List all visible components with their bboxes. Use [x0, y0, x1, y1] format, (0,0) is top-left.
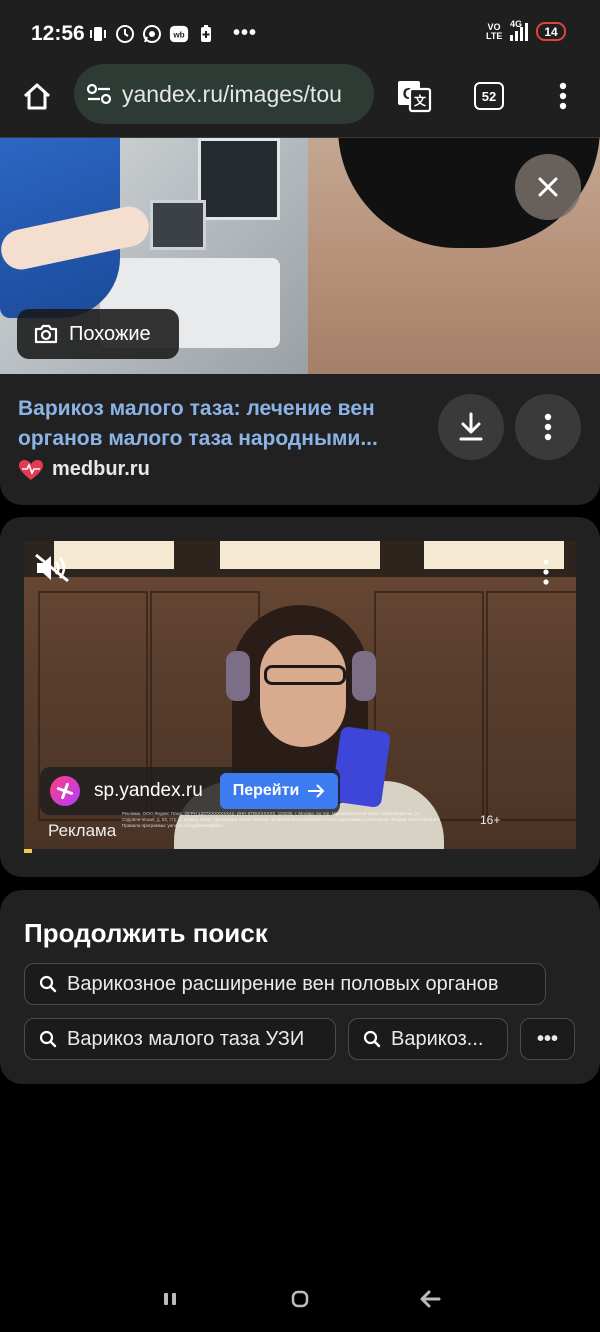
search-icon — [39, 975, 57, 993]
ad-progress-fill — [24, 849, 33, 853]
source-domain: medbur.ru — [52, 458, 150, 480]
age-rating: 16+ — [480, 813, 501, 827]
notification-icons: wb ••• — [88, 22, 257, 45]
battery-saver-icon — [196, 24, 216, 44]
clock-icon — [115, 24, 135, 44]
kebab-menu-icon — [544, 413, 552, 441]
home-nav-button[interactable] — [285, 1284, 315, 1314]
site-settings-icon[interactable] — [84, 79, 114, 109]
wildberries-icon: wb — [169, 24, 189, 44]
chip-label: Варикоз малого таза УЗИ — [67, 1027, 305, 1050]
kebab-menu-icon — [559, 82, 567, 110]
kebab-menu-icon — [543, 559, 549, 585]
more-suggestions-button[interactable]: ••• — [520, 1018, 575, 1060]
site-favicon-heart-icon — [19, 459, 43, 480]
ad-card: sp.yandex.ru Перейти Реклама Реклама. ОО… — [0, 517, 600, 877]
ad-progress-bar — [24, 849, 576, 853]
continue-search-card: Продолжить поиск Варикозное расширение в… — [0, 890, 600, 1084]
status-bar: 12:56 wb ••• VO LTE 4G 14 — [0, 0, 600, 64]
home-icon — [23, 83, 51, 110]
recent-apps-icon — [164, 1293, 176, 1305]
ad-go-button[interactable]: Перейти — [220, 773, 338, 809]
download-button[interactable] — [438, 394, 504, 460]
back-button[interactable] — [415, 1284, 445, 1314]
status-time: 12:56 — [31, 22, 85, 45]
continue-search-title: Продолжить поиск — [24, 918, 268, 948]
vibrate-icon — [88, 24, 108, 44]
arrow-right-icon — [308, 784, 325, 798]
recent-apps-button[interactable] — [155, 1284, 185, 1314]
browser-menu-button[interactable] — [549, 78, 577, 114]
download-icon — [459, 412, 483, 441]
search-suggestion-chip[interactable]: Варикоз малого таза УЗИ — [24, 1018, 336, 1060]
result-title-link[interactable]: Варикоз малого таза: лечение вен органов… — [18, 394, 428, 454]
chip-label: Варикозное расширение вен половых органо… — [67, 972, 499, 995]
battery-level: 14 — [536, 22, 566, 41]
result-source[interactable]: medbur.ru — [18, 458, 150, 481]
search-suggestion-chip[interactable]: Варикозное расширение вен половых органо… — [24, 963, 546, 1005]
more-options-button[interactable] — [515, 394, 581, 460]
mute-icon[interactable] — [34, 553, 72, 583]
ad-video[interactable]: sp.yandex.ru Перейти Реклама Реклама. ОО… — [24, 541, 576, 853]
home-button[interactable] — [18, 78, 56, 116]
search-suggestion-chip[interactable]: Варикоз... — [348, 1018, 508, 1060]
close-icon — [538, 177, 558, 197]
translate-button[interactable]: G文 — [394, 76, 434, 116]
image-result-card: Похожие Варикоз малого таза: лечение вен… — [0, 138, 600, 505]
whatsapp-icon — [142, 24, 162, 44]
close-button[interactable] — [515, 154, 581, 220]
tab-switcher-button[interactable]: 52 — [474, 82, 504, 110]
url-text: yandex.ru/images/tou — [122, 80, 342, 107]
chip-label: Варикоз... — [391, 1027, 484, 1050]
similar-images-button[interactable]: Похожие — [17, 309, 179, 359]
system-nav-bar — [0, 1270, 600, 1332]
system-status-icons: VO LTE 4G 14 — [486, 19, 566, 41]
ad-label: Реклама — [48, 821, 117, 840]
ad-go-label: Перейти — [232, 782, 300, 799]
more-notifications-icon: ••• — [233, 22, 258, 44]
search-icon — [363, 1030, 381, 1048]
ad-fine-print: Реклама. ООО Яндекс Плюс, ОГРН 1227XXXXX… — [122, 811, 441, 828]
similar-label: Похожие — [69, 322, 151, 345]
url-bar[interactable]: yandex.ru/images/tou — [74, 64, 374, 124]
network-type-label: 4G — [510, 18, 523, 29]
ad-domain: sp.yandex.ru — [94, 780, 203, 801]
svg-text:文: 文 — [414, 93, 427, 108]
home-circle-icon — [291, 1290, 309, 1308]
svg-text:wb: wb — [172, 30, 184, 39]
translate-icon: G文 — [398, 81, 432, 113]
back-arrow-icon — [420, 1290, 441, 1308]
ad-banner[interactable]: sp.yandex.ru Перейти — [40, 767, 340, 815]
search-icon — [39, 1030, 57, 1048]
ad-menu-button[interactable] — [536, 555, 556, 589]
browser-toolbar: yandex.ru/images/tou G文 52 — [0, 64, 600, 138]
camera-search-icon — [34, 324, 58, 344]
signal-icon: 4G — [510, 19, 528, 41]
volte-icon: VO LTE — [486, 21, 503, 41]
yandex-plus-logo-icon — [50, 776, 80, 806]
